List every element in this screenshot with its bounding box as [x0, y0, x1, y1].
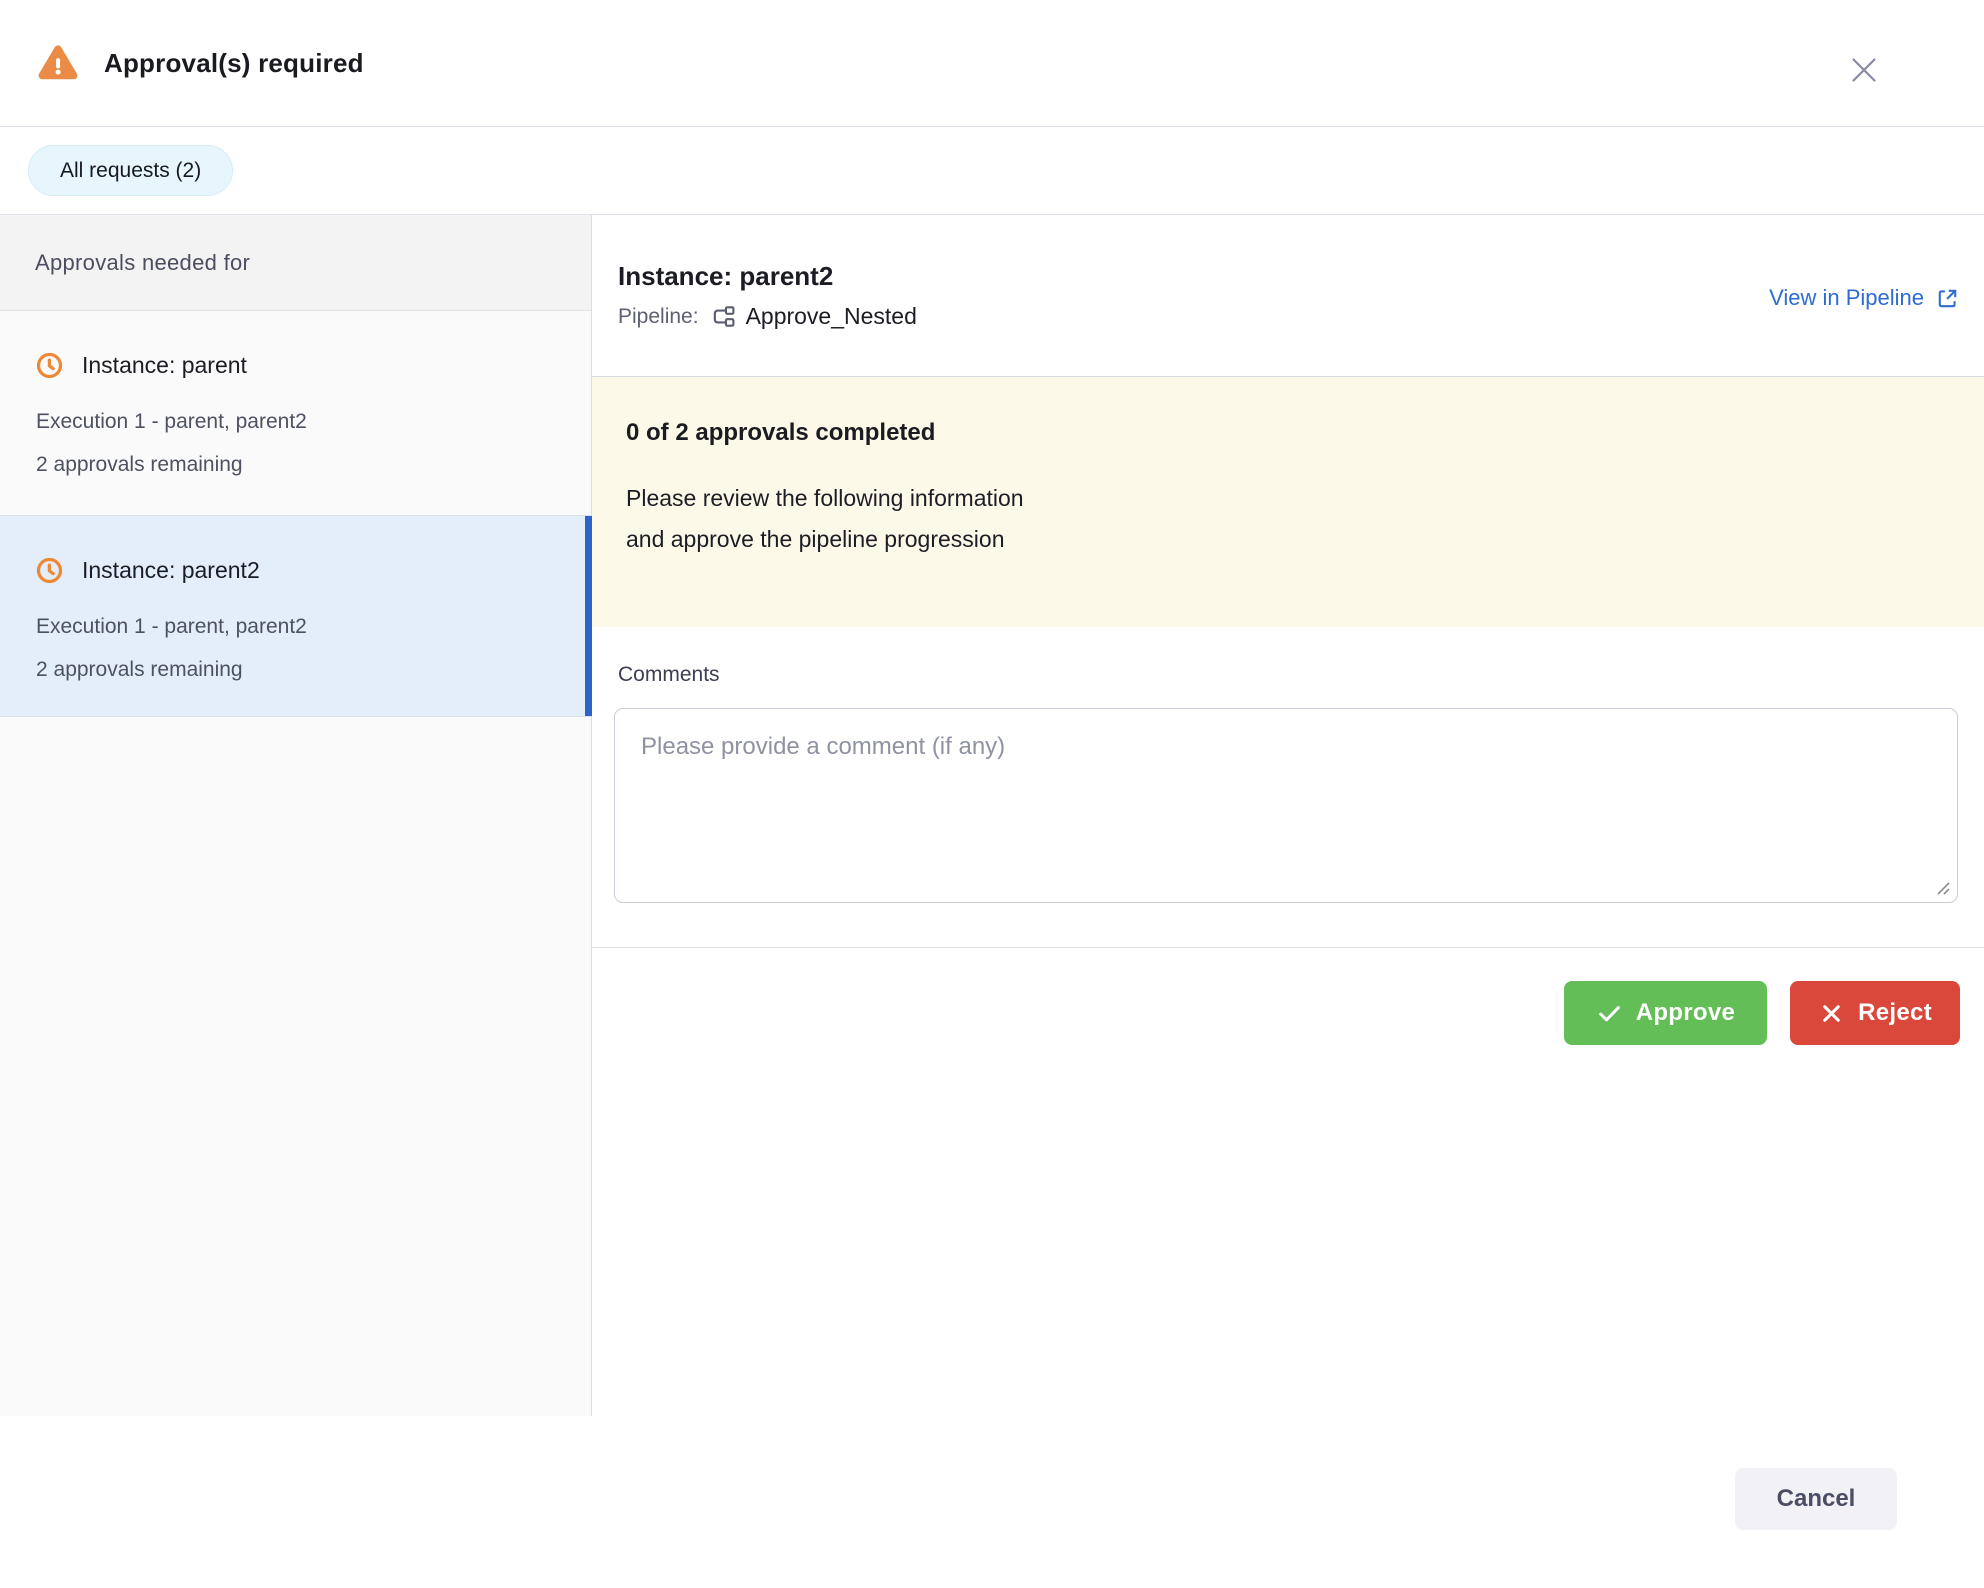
- approval-instructions-line1: Please review the following information: [626, 478, 1944, 519]
- approval-list-item-parent2[interactable]: Instance: parent2 Execution 1 - parent, …: [0, 516, 591, 717]
- reject-button[interactable]: Reject: [1790, 981, 1960, 1045]
- cancel-button-label: Cancel: [1777, 1485, 1856, 1512]
- comments-field-wrapper: [614, 708, 1958, 903]
- view-in-pipeline-link[interactable]: View in Pipeline: [1769, 285, 1960, 311]
- approvals-sidebar: Approvals needed for Instance: parent Ex…: [0, 215, 592, 1416]
- sidebar-heading: Approvals needed for: [0, 215, 591, 311]
- view-in-pipeline-label: View in Pipeline: [1769, 285, 1924, 311]
- item-title-row: Instance: parent: [35, 351, 561, 380]
- pending-clock-icon: [35, 556, 64, 585]
- all-requests-chip[interactable]: All requests (2): [28, 145, 233, 196]
- requests-filter-bar: All requests (2): [0, 127, 1984, 215]
- item-title-row: Instance: parent2: [35, 556, 561, 585]
- external-link-icon: [1935, 286, 1960, 311]
- content-row: Approvals needed for Instance: parent Ex…: [0, 215, 1984, 1416]
- pipeline-name: Approve_Nested: [746, 303, 917, 330]
- cancel-button[interactable]: Cancel: [1735, 1468, 1897, 1530]
- approvals-completed-count: 0 of 2 approvals completed: [626, 419, 1944, 447]
- checkmark-icon: [1596, 1000, 1623, 1027]
- pending-clock-icon: [35, 351, 64, 380]
- approval-instructions-line2: and approve the pipeline progression: [626, 519, 1944, 560]
- item-title: Instance: parent: [82, 352, 247, 379]
- warning-icon: [35, 42, 81, 84]
- selected-accent-bar: [585, 516, 592, 716]
- approval-list-item-parent[interactable]: Instance: parent Execution 1 - parent, p…: [0, 311, 591, 516]
- approve-button[interactable]: Approve: [1564, 981, 1767, 1045]
- modal-footer: Cancel: [0, 1416, 1984, 1588]
- close-icon: [1846, 52, 1882, 88]
- modal-title: Approval(s) required: [104, 48, 364, 79]
- item-execution: Execution 1 - parent, parent2: [36, 410, 561, 434]
- all-requests-label: All requests (2): [60, 159, 201, 183]
- comments-input[interactable]: [614, 708, 1958, 903]
- approval-instructions: Please review the following information …: [626, 478, 1944, 560]
- approval-detail-panel: Instance: parent2 Pipeline: Approve_Nest…: [592, 215, 1984, 1416]
- item-execution: Execution 1 - parent, parent2: [36, 615, 561, 639]
- sidebar-empty-space: [0, 717, 591, 1416]
- comments-label: Comments: [618, 663, 1958, 687]
- pipeline-graph-icon: [710, 303, 737, 330]
- item-remaining: 2 approvals remaining: [36, 658, 561, 682]
- cross-icon: [1818, 1000, 1845, 1027]
- comments-section: Comments: [592, 627, 1984, 903]
- reject-button-label: Reject: [1858, 999, 1932, 1027]
- approval-status-banner: 0 of 2 approvals completed Please review…: [592, 377, 1984, 627]
- approve-button-label: Approve: [1636, 999, 1735, 1027]
- detail-header: Instance: parent2 Pipeline: Approve_Nest…: [592, 215, 1984, 377]
- item-title: Instance: parent2: [82, 557, 260, 584]
- close-button[interactable]: [1846, 52, 1882, 88]
- approval-modal: Approval(s) required All requests (2) Ap…: [0, 0, 1984, 1588]
- pipeline-label: Pipeline:: [618, 305, 699, 329]
- action-buttons-row: Approve Reject: [592, 948, 1984, 1045]
- item-remaining: 2 approvals remaining: [36, 453, 561, 477]
- modal-header: Approval(s) required: [0, 0, 1984, 127]
